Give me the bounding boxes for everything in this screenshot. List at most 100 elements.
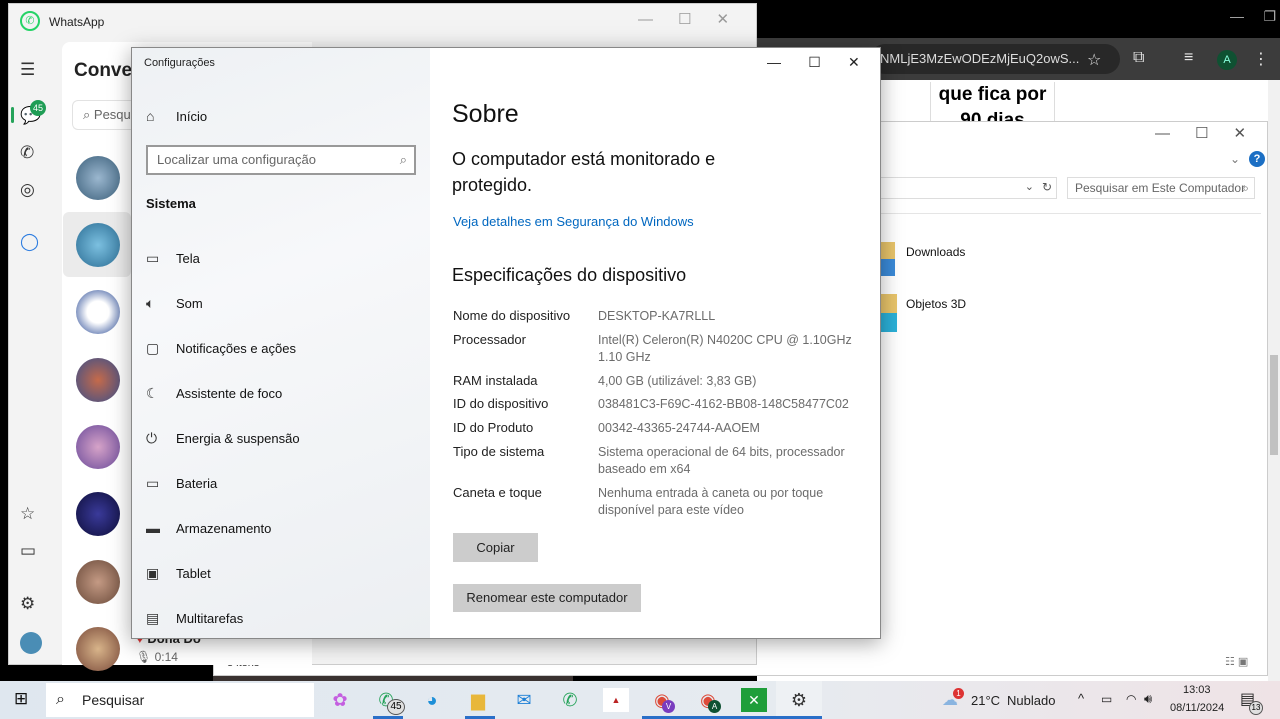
browser-window-controls[interactable]: — ❐ ✕ <box>1230 8 1280 25</box>
settings-icon[interactable]: ⚙ <box>20 594 35 614</box>
active-indicator <box>11 107 14 123</box>
media-control-icon[interactable]: ≡ <box>1184 49 1193 67</box>
window-title: WhatsApp <box>49 15 105 29</box>
spec-value: 4,00 GB (utilizável: 3,83 GB) <box>598 374 757 388</box>
edge-icon[interactable]: ◕ <box>419 688 445 712</box>
search-icon: ⌕ <box>1242 181 1249 195</box>
profile-avatar[interactable]: A <box>1217 50 1237 70</box>
nav-label: Som <box>176 296 203 311</box>
mail-icon[interactable]: ✉ <box>511 688 537 712</box>
settings-gear-icon[interactable]: ⚙ <box>786 688 812 712</box>
status-icon[interactable]: ◎ <box>20 180 35 200</box>
profile-avatar[interactable] <box>20 632 42 654</box>
nav-home[interactable]: ⌂ Início <box>146 108 207 124</box>
rename-computer-button[interactable]: Renomear este computador <box>453 584 641 612</box>
protection-status: O computador está monitorado e protegido… <box>452 149 716 195</box>
extensions-icon[interactable]: ⧉ <box>1133 49 1144 67</box>
nav-item[interactable]: ▣ Tablet <box>146 565 211 582</box>
weather-text[interactable]: Nublado <box>1007 693 1055 708</box>
multitask-icon: ▤ <box>146 610 160 626</box>
settings-search-input[interactable]: Localizar uma configuração ⌕ <box>146 145 416 175</box>
chat-search-input[interactable]: ⌕ Pesquisar <box>72 100 131 130</box>
chat-avatar[interactable] <box>76 627 120 671</box>
battery-icon: ▭ <box>146 475 160 491</box>
nav-label: Tablet <box>176 566 211 581</box>
chat-avatar[interactable] <box>76 290 120 334</box>
clock-time[interactable]: 13:03 <box>1183 684 1211 696</box>
volume-icon[interactable]: 🔊︎ <box>1144 691 1152 707</box>
nav-item[interactable]: ▢ Notificações e ações <box>146 340 296 357</box>
spec-value: 00342-43365-24744-AAOEM <box>598 421 760 435</box>
battery-icon[interactable]: ▭ <box>1101 692 1112 706</box>
copilot-icon[interactable]: ✿ <box>327 688 353 712</box>
monitor-icon: ▭ <box>146 250 160 266</box>
taskbar-search[interactable]: ⌕ Pesquisar <box>46 683 314 717</box>
chat-avatar[interactable] <box>76 560 120 604</box>
nav-item[interactable]: 🔈︎ Som <box>146 295 203 312</box>
spec-value: Sistema operacional de 64 bits, processa… <box>598 445 845 476</box>
address-bar[interactable]: ⌄ ↻ <box>881 177 1057 199</box>
address-bar[interactable]: NMLjE3MzEwODEzMjEuQ2owS... <box>870 44 1120 74</box>
security-link[interactable]: Veja detalhes em Segurança do Windows <box>453 214 694 229</box>
refresh-icon[interactable]: ↻ <box>1042 180 1052 194</box>
folder-downloads[interactable]: Downloads <box>906 245 965 259</box>
nav-label: Bateria <box>176 476 218 491</box>
spec-label: ID do dispositivo <box>453 396 549 411</box>
page-title: Sobre <box>452 100 519 128</box>
settings-window-controls[interactable]: — ☐ ✕ <box>767 54 860 71</box>
weather-badge: 1 <box>953 688 964 699</box>
file-explorer-icon[interactable]: ▆ <box>465 688 491 712</box>
starred-icon[interactable]: ☆ <box>20 504 35 524</box>
help-icon[interactable]: ? <box>1249 151 1265 167</box>
spec-label: Nome do dispositivo <box>453 308 571 323</box>
explorer-search-input[interactable]: Pesquisar em Este Computador ⌕ <box>1067 177 1255 199</box>
nav-item[interactable]: ▭ Bateria <box>146 475 217 492</box>
copy-button[interactable]: Copiar <box>453 533 538 562</box>
whatsapp-icon[interactable]: ✆ <box>557 688 583 712</box>
speaker-icon: 🔈︎ <box>146 295 155 311</box>
nav-label: Início <box>176 108 208 124</box>
menu-icon[interactable]: ☰ <box>20 60 35 80</box>
chat-avatar[interactable] <box>76 223 120 267</box>
meta-ai-icon[interactable]: ◯ <box>20 232 39 252</box>
chat-avatar[interactable] <box>76 425 120 469</box>
weather-temp[interactable]: 21°C <box>971 693 1000 708</box>
tablet-icon: ▣ <box>146 565 160 581</box>
spec-label: Caneta e toque <box>453 485 542 500</box>
more-menu-icon[interactable]: ⋮ <box>1253 49 1269 69</box>
home-icon: ⌂ <box>146 108 155 124</box>
voice-duration: 0:14 <box>154 650 178 664</box>
nav-item[interactable]: ⏻ Energia & suspensão <box>146 430 300 447</box>
nav-item[interactable]: ▬ Armazenamento <box>146 520 271 536</box>
bookmark-star-icon[interactable]: ☆ <box>1087 50 1101 70</box>
chat-avatar[interactable] <box>76 492 120 536</box>
whatsapp-logo-icon: ✆ <box>20 11 40 31</box>
nav-label: Tela <box>176 251 200 266</box>
calls-icon[interactable]: ✆ <box>20 143 34 163</box>
nav-label: Multitarefas <box>176 611 244 626</box>
chat-avatar[interactable] <box>76 358 120 402</box>
view-toggle-icons[interactable]: ☷ ▣ <box>1225 655 1248 668</box>
moon-icon: ☾ <box>146 385 159 401</box>
archive-icon[interactable]: ▭ <box>20 541 36 561</box>
wifi-icon[interactable]: ◠ <box>1126 692 1136 706</box>
spec-label: RAM instalada <box>453 373 538 388</box>
nav-item[interactable]: ▤ Multitarefas <box>146 610 243 627</box>
ribbon-expand-icon[interactable]: ⌄ <box>1230 152 1240 166</box>
scroll-thumb[interactable] <box>1270 355 1278 455</box>
unread-badge: 45 <box>30 100 46 116</box>
whatsapp-window-controls[interactable]: — ☐ ✕ <box>638 10 729 28</box>
folder-objetos-3d[interactable]: Objetos 3D <box>906 297 966 311</box>
dropdown-icon[interactable]: ⌄ <box>1025 180 1034 193</box>
clock-date[interactable]: 08/11/2024 <box>1170 702 1224 714</box>
chat-avatar[interactable] <box>76 156 120 200</box>
search-icon: ⌕ <box>56 691 65 708</box>
windows-start-icon[interactable]: ⊞ <box>14 689 28 709</box>
app-icon[interactable]: ▲ <box>603 688 629 712</box>
explorer-window-controls[interactable]: — ☐ ✕ <box>1155 124 1246 142</box>
xbox-icon[interactable]: ✕ <box>741 688 767 712</box>
tray-chevron-icon[interactable]: ^ <box>1078 691 1084 706</box>
nav-item[interactable]: ▭ Tela <box>146 250 200 267</box>
storage-icon: ▬ <box>146 520 160 536</box>
nav-item[interactable]: ☾ Assistente de foco <box>146 385 282 402</box>
